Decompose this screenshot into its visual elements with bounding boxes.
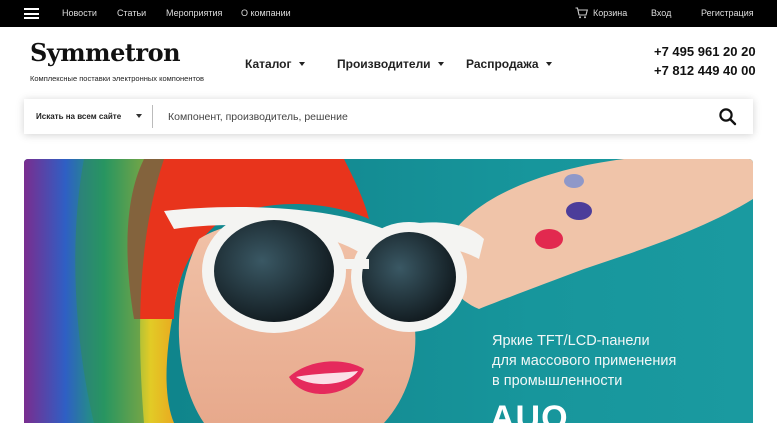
search-input[interactable] [162,99,702,134]
topnav-events[interactable]: Мероприятия [166,0,222,27]
search-scope-label: Искать на всем сайте [36,112,122,121]
search-icon[interactable] [718,107,738,127]
banner-line: в промышленности [492,373,623,389]
topnav-about[interactable]: О компании [241,0,291,27]
cart-link[interactable]: Корзина [593,0,627,27]
chevron-down-icon [437,62,444,66]
nav-sale-label: Распродажа [466,57,539,71]
divider [152,105,153,128]
topnav-articles[interactable]: Статьи [117,0,146,27]
nav-manufacturers[interactable]: Производители [337,57,444,71]
nav-manufacturers-label: Производители [337,57,431,71]
phone-moscow[interactable]: +7 495 961 20 20 [654,44,756,59]
chevron-down-icon [545,62,552,66]
nav-sale[interactable]: Распродажа [466,57,552,71]
search-bar: Искать на всем сайте [24,99,753,134]
banner-line: Яркие TFT/LCD-панели [492,333,650,349]
search-scope-select[interactable]: Искать на всем сайте [24,99,152,134]
tagline: Комплексные поставки электронных компоне… [30,74,204,83]
chevron-down-icon [298,62,305,66]
nav-catalog[interactable]: Каталог [245,57,305,71]
banner-brand-logo: AUO [490,399,569,423]
hamburger-icon[interactable] [24,8,39,19]
cart-icon[interactable] [575,7,588,19]
phone-spb[interactable]: +7 812 449 40 00 [654,63,756,78]
banner-line: для массового применения [492,353,677,369]
login-link[interactable]: Вход [651,0,671,27]
banner-text: Яркие TFT/LCD-панели для массового приме… [492,331,676,391]
topnav-news[interactable]: Новости [62,0,97,27]
chevron-down-icon [136,114,142,118]
register-link[interactable]: Регистрация [701,0,754,27]
nav-catalog-label: Каталог [245,57,292,71]
logo[interactable]: Symmetron [30,38,181,67]
top-bar: Новости Статьи Мероприятия О компании Ко… [0,0,777,27]
promo-banner[interactable]: Яркие TFT/LCD-панели для массового приме… [24,159,753,423]
